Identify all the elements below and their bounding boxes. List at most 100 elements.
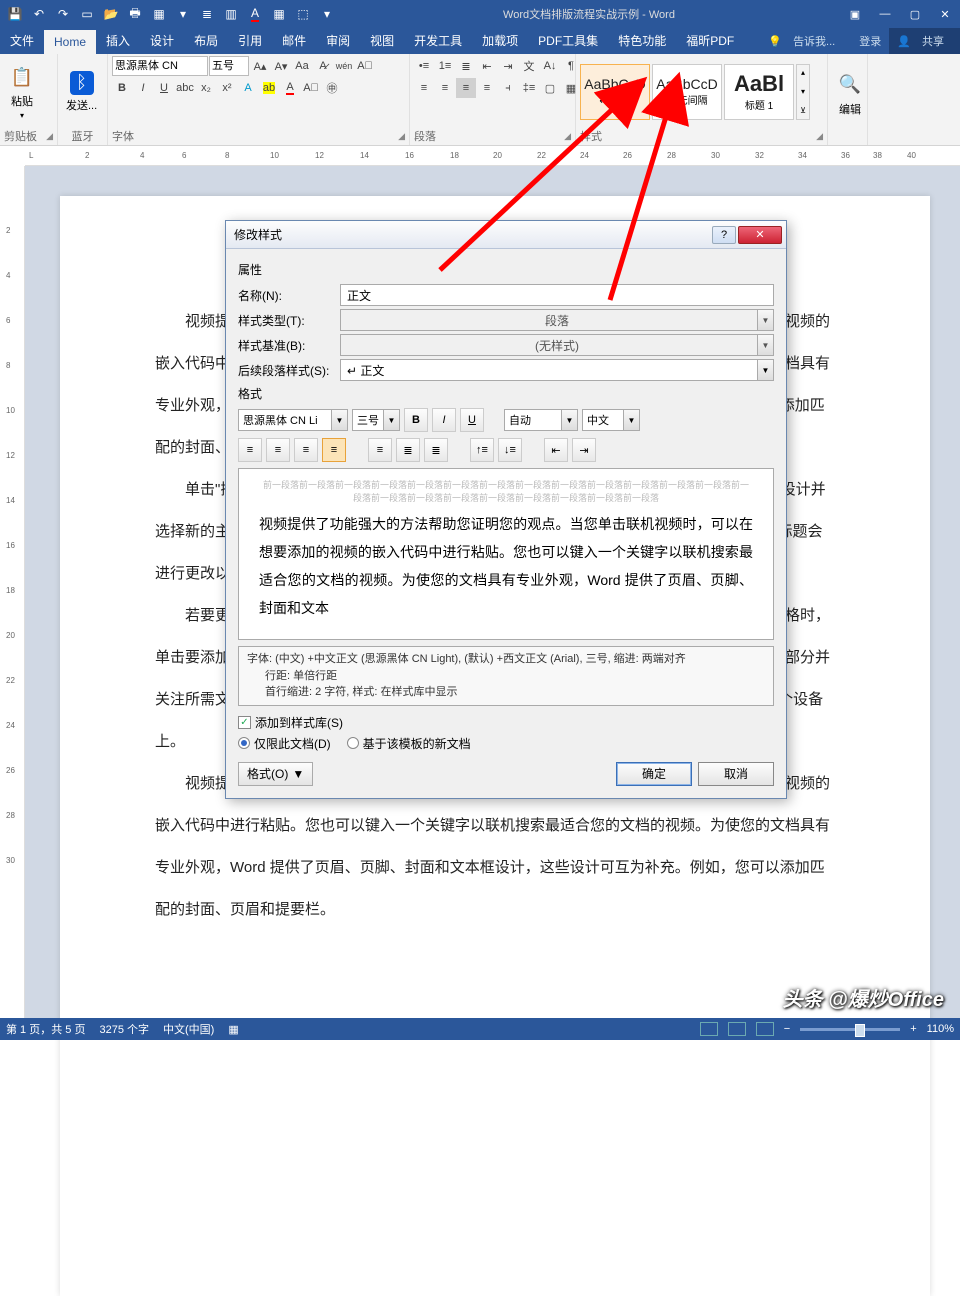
open-icon[interactable]: 📂 xyxy=(100,3,122,25)
find-icon[interactable]: ▦ xyxy=(148,3,170,25)
qat-more-icon[interactable]: ▾ xyxy=(172,3,194,25)
qat-columns-icon[interactable]: ▥ xyxy=(220,3,242,25)
grow-font-icon[interactable]: A▴ xyxy=(250,56,270,76)
tell-me-search[interactable]: 💡 告诉我... xyxy=(760,28,851,54)
share-button[interactable]: 👤 共享 xyxy=(889,28,960,54)
tab-references[interactable]: 引用 xyxy=(228,27,272,54)
macro-icon[interactable]: ▦ xyxy=(228,1023,238,1036)
paragraph-launcher-icon[interactable]: ◢ xyxy=(560,131,571,142)
zoom-in-icon[interactable]: + xyxy=(910,1023,916,1035)
format-font-family-select[interactable]: 思源黑体 CN Li▼ xyxy=(238,409,348,431)
align-justify-icon[interactable]: ≡ xyxy=(477,78,497,98)
qat-customize-icon[interactable]: ▾ xyxy=(316,3,338,25)
style-no-spacing[interactable]: AaBbCcD ↵ 无间隔 xyxy=(652,64,722,120)
language-indicator[interactable]: 中文(中国) xyxy=(163,1021,214,1037)
word-count[interactable]: 3275 个字 xyxy=(99,1021,149,1037)
dec-indent-icon[interactable]: ⇤ xyxy=(477,56,497,76)
onehalf-spacing-button[interactable]: ≣ xyxy=(396,438,420,462)
indent-dec-button[interactable]: ⇤ xyxy=(544,438,568,462)
superscript-icon[interactable]: x² xyxy=(217,78,237,98)
enclose-icon[interactable]: ㊥ xyxy=(322,78,342,98)
qat-table-icon[interactable]: ▦ xyxy=(268,3,290,25)
close-icon[interactable]: ✕ xyxy=(930,0,960,28)
clear-format-icon[interactable]: A̷ xyxy=(313,56,333,76)
zoom-out-icon[interactable]: − xyxy=(784,1023,790,1035)
tab-file[interactable]: 文件 xyxy=(0,27,44,54)
underline-icon[interactable]: U xyxy=(154,78,174,98)
tab-home[interactable]: Home xyxy=(44,30,96,54)
dialog-title-bar[interactable]: 修改样式 ? ✕ xyxy=(226,221,786,249)
format-italic-icon[interactable]: I xyxy=(432,408,456,432)
phonetic-icon[interactable]: wén xyxy=(334,56,354,76)
dialog-close-icon[interactable]: ✕ xyxy=(738,226,782,244)
read-mode-icon[interactable] xyxy=(700,1022,718,1036)
multilevel-icon[interactable]: ≣ xyxy=(456,56,476,76)
align-center-button[interactable]: ≡ xyxy=(266,438,290,462)
tab-layout[interactable]: 布局 xyxy=(184,27,228,54)
bullets-icon[interactable]: •≡ xyxy=(414,56,434,76)
styles-launcher-icon[interactable]: ◢ xyxy=(812,131,823,142)
distribute-icon[interactable]: ⫞ xyxy=(498,78,518,98)
qat-selectall-icon[interactable]: ⬚ xyxy=(292,3,314,25)
tab-pdf-tools[interactable]: PDF工具集 xyxy=(528,27,608,54)
add-to-gallery-checkbox[interactable]: ✓ xyxy=(238,716,251,729)
only-this-doc-radio[interactable] xyxy=(238,737,250,749)
double-spacing-button[interactable]: ≣ xyxy=(424,438,448,462)
space-before-inc-button[interactable]: ↑≡ xyxy=(470,438,494,462)
undo-icon[interactable]: ↶ xyxy=(28,3,50,25)
help-icon[interactable]: ? xyxy=(712,226,736,244)
new-icon[interactable]: ▭ xyxy=(76,3,98,25)
tab-developer[interactable]: 开发工具 xyxy=(404,27,472,54)
print-icon[interactable]: 🖶 xyxy=(124,3,146,25)
styles-scroll-up-icon[interactable]: ▴ xyxy=(797,68,809,77)
inc-indent-icon[interactable]: ⇥ xyxy=(498,56,518,76)
format-bold-icon[interactable]: B xyxy=(404,408,428,432)
indent-inc-button[interactable]: ⇥ xyxy=(572,438,596,462)
tab-foxit[interactable]: 福昕PDF xyxy=(676,27,744,54)
paste-button[interactable]: 📋 粘贴 ▾ xyxy=(4,61,40,122)
italic-icon[interactable]: I xyxy=(133,78,153,98)
tab-special[interactable]: 特色功能 xyxy=(608,27,676,54)
ok-button[interactable]: 确定 xyxy=(616,762,692,786)
tab-view[interactable]: 视图 xyxy=(360,27,404,54)
clipboard-launcher-icon[interactable]: ◢ xyxy=(42,131,53,142)
format-dropdown-button[interactable]: 格式(O) ▼ xyxy=(238,762,313,786)
login-button[interactable]: 登录 xyxy=(851,28,889,54)
print-layout-icon[interactable] xyxy=(728,1022,746,1036)
edit-button[interactable]: 🔍 编辑 xyxy=(832,69,868,119)
cancel-button[interactable]: 取消 xyxy=(698,762,774,786)
align-right-button[interactable]: ≡ xyxy=(294,438,318,462)
tab-review[interactable]: 审阅 xyxy=(316,27,360,54)
font-size-select[interactable]: 五号 xyxy=(209,56,249,76)
bold-icon[interactable]: B xyxy=(112,78,132,98)
chevron-down-icon[interactable]: ▼ xyxy=(383,410,399,430)
tab-mail[interactable]: 邮件 xyxy=(272,27,316,54)
font-family-select[interactable]: 思源黑体 CN xyxy=(112,56,208,76)
tab-insert[interactable]: 插入 xyxy=(96,27,140,54)
tab-addins[interactable]: 加载项 xyxy=(472,27,528,54)
line-spacing-icon[interactable]: ‡≡ xyxy=(519,78,539,98)
char-border-icon[interactable]: A⃞ xyxy=(355,56,375,76)
align-right-icon[interactable]: ≡ xyxy=(456,78,476,98)
align-center-icon[interactable]: ≡ xyxy=(435,78,455,98)
style-heading-1[interactable]: AaBl 标题 1 xyxy=(724,64,794,120)
highlight-icon[interactable]: ab xyxy=(259,78,279,98)
align-justify-button[interactable]: ≡ xyxy=(322,438,346,462)
asian-layout-icon[interactable]: 文 xyxy=(519,56,539,76)
format-underline-icon[interactable]: U xyxy=(460,408,484,432)
chevron-down-icon[interactable]: ▼ xyxy=(331,410,347,430)
char-shading-icon[interactable]: A⃝ xyxy=(301,78,321,98)
bluetooth-send-button[interactable]: ᛒ 发送... xyxy=(62,69,101,115)
format-lang-select[interactable]: 中文▼ xyxy=(582,409,640,431)
tab-design[interactable]: 设计 xyxy=(140,27,184,54)
save-icon[interactable]: 💾 xyxy=(4,3,26,25)
align-left-icon[interactable]: ≡ xyxy=(414,78,434,98)
zoom-slider[interactable] xyxy=(800,1028,900,1031)
next-style-select[interactable]: ↵ 正文▼ xyxy=(340,359,774,381)
page-indicator[interactable]: 第 1 页，共 5 页 xyxy=(6,1021,85,1037)
chevron-down-icon[interactable]: ▼ xyxy=(561,410,577,430)
maximize-icon[interactable]: ▢ xyxy=(900,0,930,28)
web-layout-icon[interactable] xyxy=(756,1022,774,1036)
format-font-size-select[interactable]: 三号▼ xyxy=(352,409,400,431)
shading-icon[interactable]: ▢ xyxy=(540,78,560,98)
